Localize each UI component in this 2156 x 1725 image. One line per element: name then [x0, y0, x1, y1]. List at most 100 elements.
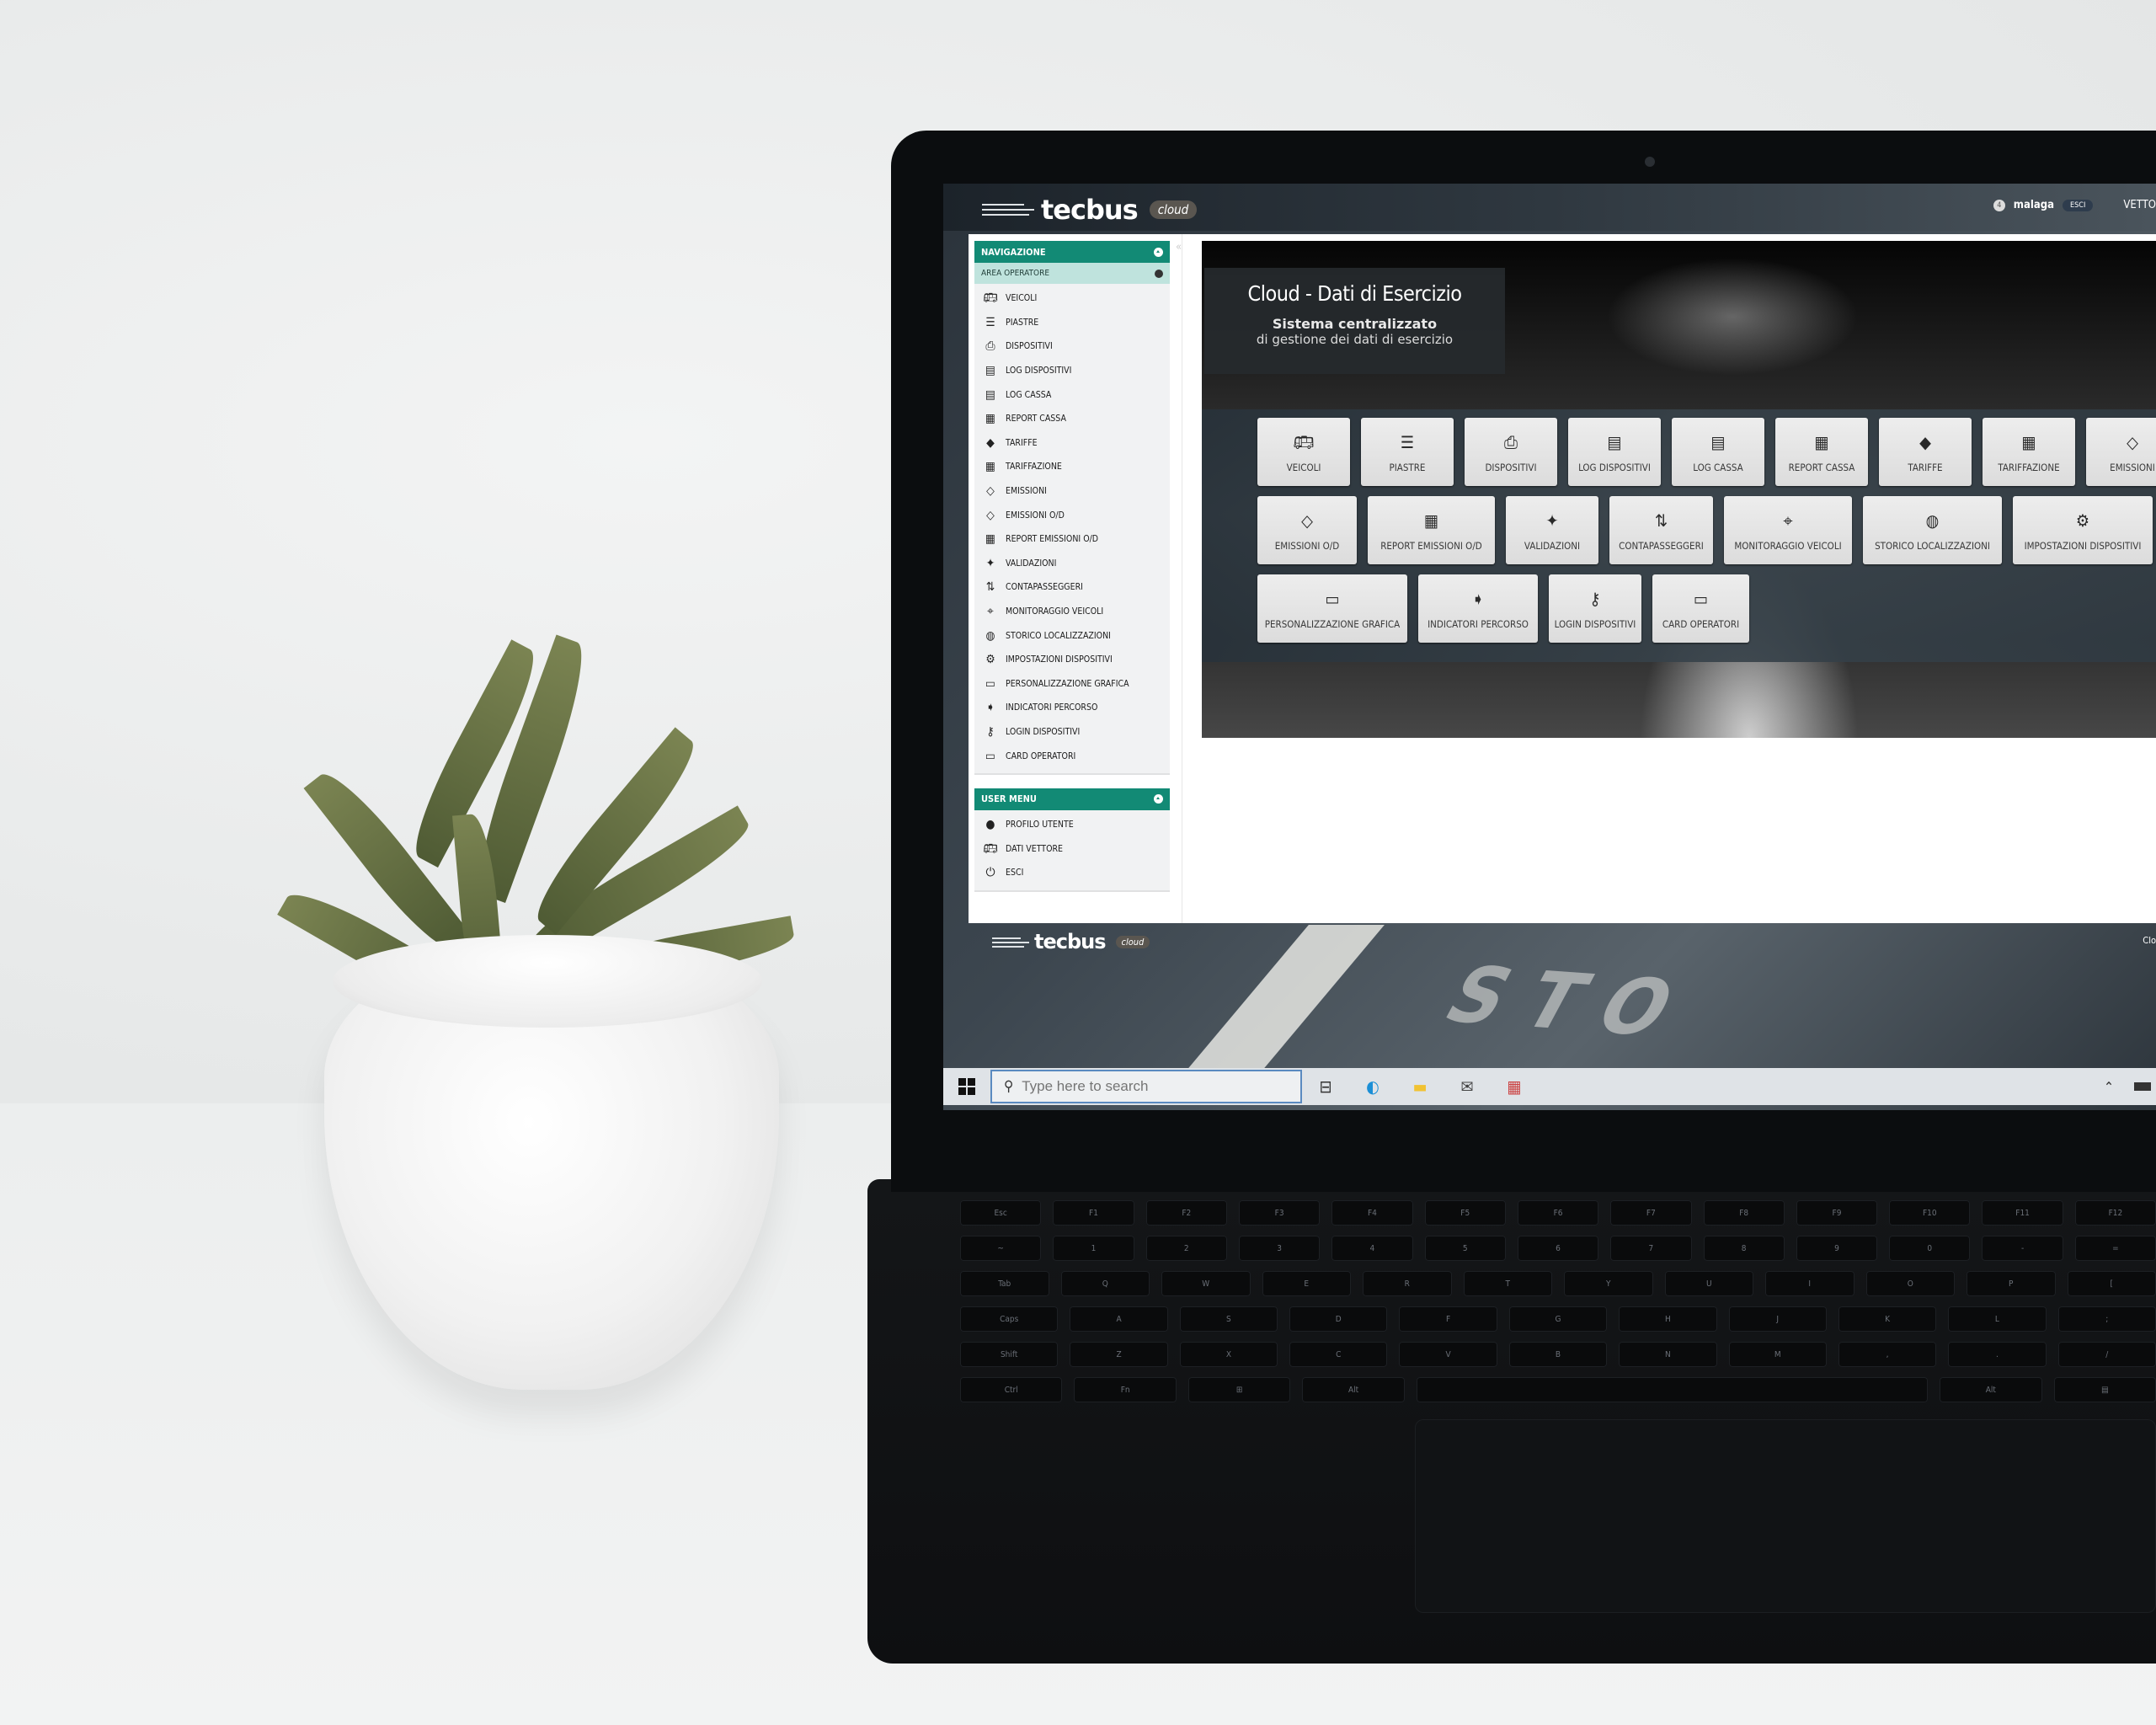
tile-label: PERSONALIZZAZIONE GRAFICA	[1264, 617, 1401, 630]
tile-card-operatori[interactable]: ▭ CARD OPERATORI	[1652, 574, 1749, 643]
server-stack-icon: ☰	[1400, 431, 1415, 452]
tile-label: LOG CASSA	[1693, 461, 1743, 473]
sidebar-item-label: LOG DISPOSITIVI	[1006, 366, 1072, 377]
sidebar-item-personalizzazione-grafica[interactable]: ▭ PERSONALIZZAZIONE GRAFICA	[974, 672, 1170, 697]
sidebar-item-tariffe[interactable]: ◆ TARIFFE	[974, 431, 1170, 456]
mail-icon[interactable]: ✉	[1444, 1068, 1491, 1105]
tile-personalizzazione-grafica[interactable]: ▭ PERSONALIZZAZIONE GRAFICA	[1257, 574, 1407, 643]
sidebar-item-validazioni[interactable]: ✦ VALIDAZIONI	[974, 552, 1170, 576]
chevron-up-icon[interactable]: ⌃	[2104, 1079, 2114, 1095]
brand-suffix: cloud	[1149, 200, 1198, 219]
user-menu-header[interactable]: USER MENU	[974, 788, 1170, 810]
file-explorer-icon[interactable]: ▬	[1396, 1068, 1444, 1105]
checklist-icon: ▤	[1710, 431, 1726, 452]
globe-pin-icon: ◍	[1925, 510, 1940, 531]
sidebar-item-label: TARIFFAZIONE	[1006, 462, 1062, 473]
sidebar-item-contapasseggeri[interactable]: ⇅ CONTAPASSEGGERI	[974, 575, 1170, 600]
calendar-clock-icon: ▦	[985, 412, 995, 426]
tile-log-dispositivi[interactable]: ▤ LOG DISPOSITIVI	[1568, 418, 1661, 486]
card-hand-icon: ▭	[985, 749, 995, 763]
battery-icon[interactable]	[2134, 1082, 2151, 1091]
app-header: tecbus cloud 4 malaga ESCI VETTO	[943, 184, 2156, 231]
sidebar-item-profilo-utente[interactable]: ● PROFILO UTENTE	[974, 813, 1170, 837]
sidebar-item-label: PERSONALIZZAZIONE GRAFICA	[1006, 678, 1129, 689]
sidebar-item-label: VALIDAZIONI	[1006, 558, 1057, 569]
nav-header[interactable]: NAVIGAZIONE	[974, 241, 1170, 263]
sidebar-item-label: ESCI	[1006, 868, 1024, 879]
sidebar-item-monitoraggio-veicoli[interactable]: ⌖ MONITORAGGIO VEICOLI	[974, 600, 1170, 624]
sidebar-item-label: CONTAPASSEGGERI	[1006, 582, 1083, 593]
tile-label: STORICO LOCALIZZAZIONI	[1875, 539, 1990, 552]
sidebar-item-label: INDICATORI PERCORSO	[1006, 702, 1098, 713]
vettore-label[interactable]: VETTO	[2123, 199, 2156, 211]
tile-report-cassa[interactable]: ▦ REPORT CASSA	[1775, 418, 1868, 486]
sidebar-item-veicoli[interactable]: 🚌︎ VEICOLI	[974, 286, 1170, 311]
tile-piastre[interactable]: ☰ PIASTRE	[1361, 418, 1454, 486]
tile-storico-localizzazioni[interactable]: ◍ STORICO LOCALIZZAZIONI	[1863, 496, 2002, 564]
username: malaga	[2013, 199, 2055, 211]
collapse-toggle-icon[interactable]	[1154, 794, 1163, 804]
tile-dispositivi[interactable]: ⎙ DISPOSITIVI	[1465, 418, 1557, 486]
app-logo[interactable]: tecbus cloud	[982, 194, 1198, 226]
sidebar-item-log-cassa[interactable]: ▤ LOG CASSA	[974, 382, 1170, 407]
task-view-icon[interactable]: ⊟	[1302, 1068, 1349, 1105]
tile-contapasseggeri[interactable]: ⇅ CONTAPASSEGGERI	[1609, 496, 1713, 564]
bus-icon: 🚌︎	[983, 291, 998, 306]
sidebar-item-emissioni[interactable]: ◇ EMISSIONI	[974, 479, 1170, 504]
signpost-icon: ➧	[1471, 588, 1485, 609]
tiles-panel: 🚌︎ VEICOLI ☰ PIASTRE ⎙ DISPOSITIVI ▤ LOG DISPOS…	[1202, 409, 2156, 662]
sidebar-item-impostazioni-dispositivi[interactable]: ⚙ IMPOSTAZIONI DISPOSITIVI	[974, 648, 1170, 672]
sidebar-item-esci[interactable]: ⏻ ESCI	[974, 861, 1170, 885]
tile-validazioni[interactable]: ✦ VALIDAZIONI	[1506, 496, 1598, 564]
map-pin-icon: ⌖	[1783, 510, 1793, 531]
collapse-toggle-icon[interactable]	[1154, 247, 1163, 257]
sidebar-item-piastre[interactable]: ☰ PIASTRE	[974, 311, 1170, 335]
tile-label: CARD OPERATORI	[1662, 617, 1740, 630]
logout-button[interactable]: ESCI	[2063, 199, 2094, 211]
tile-emissioni[interactable]: ◇ EMISSIONI	[2086, 418, 2156, 486]
tile-emissioni-o-d[interactable]: ◇ EMISSIONI O/D	[1257, 496, 1357, 564]
footer-brand-name: tecbus	[1034, 930, 1107, 953]
hero-banner: Cloud - Dati di Esercizio Sistema centra…	[1202, 241, 2156, 738]
sidebar-item-storico-localizzazioni[interactable]: ◍ STORICO LOCALIZZAZIONI	[974, 623, 1170, 648]
tile-indicatori-percorso[interactable]: ➧ INDICATORI PERCORSO	[1418, 574, 1538, 643]
sidebar-item-emissioni-o-d[interactable]: ◇ EMISSIONI O/D	[974, 503, 1170, 527]
sidebar-item-label: IMPOSTAZIONI DISPOSITIVI	[1006, 654, 1113, 665]
tile-label: VALIDAZIONI	[1524, 539, 1581, 552]
sidebar-item-report-cassa[interactable]: ▦ REPORT CASSA	[974, 407, 1170, 431]
system-tray: ⌃	[2104, 1079, 2156, 1095]
sidebar-item-report-emissioni-o-d[interactable]: ▦ REPORT EMISSIONI O/D	[974, 527, 1170, 552]
sidebar-item-dati-vettore[interactable]: 🚌︎ DATI VETTORE	[974, 836, 1170, 861]
sidebar-item-card-operatori[interactable]: ▭ CARD OPERATORI	[974, 744, 1170, 768]
gear-icon: ⚙	[2075, 510, 2090, 531]
start-button[interactable]	[943, 1068, 990, 1105]
tile-report-emissioni-o-d[interactable]: ▦ REPORT EMISSIONI O/D	[1368, 496, 1495, 564]
tile-log-cassa[interactable]: ▤ LOG CASSA	[1672, 418, 1764, 486]
user-menu-list: ● PROFILO UTENTE 🚌︎ DATI VETTORE ⏻ ESCI	[974, 809, 1170, 892]
edge-icon[interactable]: ◐	[1349, 1068, 1396, 1105]
plant-pot-rim	[333, 935, 762, 1028]
store-icon[interactable]: ▦	[1491, 1068, 1538, 1105]
tile-login-dispositivi[interactable]: ⚷ LOGIN DISPOSITIVI	[1549, 574, 1641, 643]
tile-tariffe[interactable]: ◆ TARIFFE	[1879, 418, 1972, 486]
webcam	[1645, 157, 1655, 167]
sidebar-item-log-dispositivi[interactable]: ▤ LOG DISPOSITIVI	[974, 359, 1170, 383]
user-notification-badge[interactable]: 4	[1993, 199, 2005, 211]
page-title: Cloud - Dati di Esercizio	[1247, 281, 1462, 306]
tile-monitoraggio-veicoli[interactable]: ⌖ MONITORAGGIO VEICOLI	[1724, 496, 1852, 564]
sidebar-item-dispositivi[interactable]: ⎙ DISPOSITIVI	[974, 334, 1170, 359]
user-menu: USER MENU ● PROFILO UTENTE 🚌︎ DATI VETTORE ⏻…	[974, 788, 1170, 892]
grid-icon: ▦	[985, 460, 995, 474]
calendar-clock-icon: ▦	[1423, 510, 1438, 531]
sidebar-item-label: MONITORAGGIO VEICOLI	[1006, 606, 1104, 617]
taskbar-search[interactable]: ⚲	[990, 1070, 1302, 1103]
collapse-toggle-icon[interactable]	[1155, 269, 1163, 278]
tile-veicoli[interactable]: 🚌︎ VEICOLI	[1257, 418, 1350, 486]
taskbar-search-input[interactable]	[1022, 1078, 1275, 1095]
tile-impostazioni-dispositivi[interactable]: ⚙ IMPOSTAZIONI DISPOSITIVI	[2013, 496, 2153, 564]
sidebar-item-tariffazione[interactable]: ▦ TARIFFAZIONE	[974, 455, 1170, 479]
area-operatore-header[interactable]: AREA OPERATORE	[974, 263, 1170, 284]
tile-tariffazione[interactable]: ▦ TARIFFAZIONE	[1983, 418, 2075, 486]
sidebar-item-login-dispositivi[interactable]: ⚷ LOGIN DISPOSITIVI	[974, 720, 1170, 745]
sidebar-item-indicatori-percorso[interactable]: ➧ INDICATORI PERCORSO	[974, 696, 1170, 720]
